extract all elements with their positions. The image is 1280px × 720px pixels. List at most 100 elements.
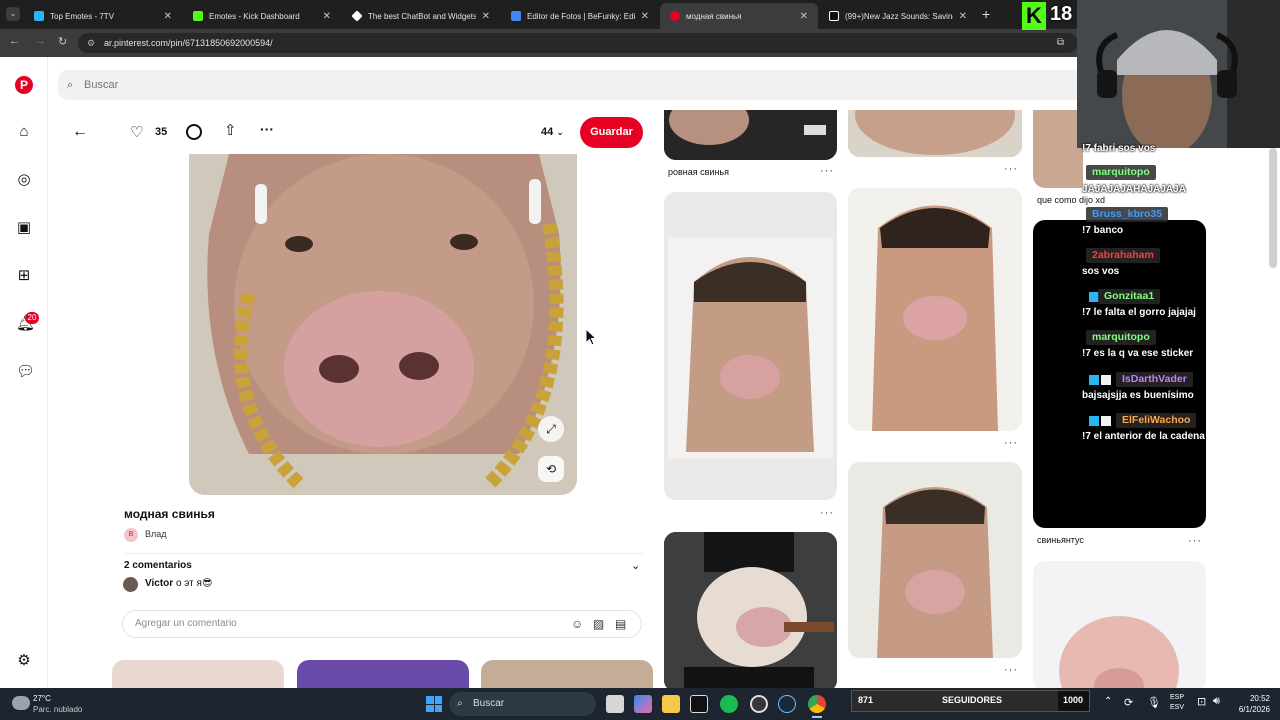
chat-username: marquitopo	[1086, 330, 1156, 345]
feed-pin-card[interactable]	[848, 110, 1022, 157]
visual-search-icon[interactable]: ⟲	[538, 456, 564, 482]
spotify-icon[interactable]	[720, 695, 738, 713]
more-options-icon[interactable]: ···	[1004, 664, 1018, 676]
explore-icon[interactable]: ◎	[16, 172, 32, 188]
install-app-icon[interactable]: ⧉	[1057, 33, 1064, 53]
start-icon[interactable]	[426, 696, 442, 712]
comment-placeholder: Agregar un comentario	[135, 618, 237, 629]
settings-icon[interactable]: ⚙	[16, 653, 32, 669]
close-tab-icon[interactable]: ✕	[164, 11, 172, 22]
file-explorer-icon[interactable]	[662, 695, 680, 713]
expand-icon[interactable]: ⤢	[538, 416, 564, 442]
sticker-icon[interactable]: ▨	[593, 611, 604, 637]
keyboard-language[interactable]: ESP ESV	[1170, 693, 1184, 713]
tab-title: The best ChatBot and Widgets	[368, 11, 476, 21]
weather-icon[interactable]	[12, 696, 30, 710]
feed-pin-card[interactable]	[664, 192, 837, 500]
more-options-icon[interactable]: ···	[820, 165, 834, 177]
reload-icon[interactable]: ↻	[58, 35, 67, 48]
boards-icon[interactable]: ▣	[16, 220, 32, 236]
feed-pin-card[interactable]	[664, 110, 837, 160]
taskbar-search-box[interactable]: ⌕ Buscar	[449, 692, 596, 716]
board-selector[interactable]: 44 ⌄	[541, 126, 564, 138]
microphone-icon[interactable]: 🎙︎	[1147, 696, 1161, 709]
page-scrollbar[interactable]	[1269, 148, 1277, 268]
tab-favicon	[34, 11, 44, 21]
close-tab-icon[interactable]: ✕	[959, 11, 967, 22]
more-options-icon[interactable]: ···	[1188, 535, 1202, 547]
browser-tab[interactable]: Top Emotes - 7TV ✕	[24, 3, 182, 29]
browser-tab[interactable]: Emotes - Kick Dashboard ✕	[183, 3, 341, 29]
chat-message: !7 banco	[1082, 225, 1124, 236]
feed-pin-card[interactable]	[664, 532, 837, 692]
chat-message: !7 fabri sos vos	[1082, 143, 1156, 154]
feed-pin-caption[interactable]: que como dijo xd	[1037, 195, 1105, 205]
tab-title: модная свинья	[686, 11, 742, 21]
close-tab-icon[interactable]: ✕	[800, 11, 808, 22]
new-tab-icon[interactable]: +	[982, 6, 990, 22]
weather-desc[interactable]: Parc. nublado	[33, 705, 82, 714]
back-arrow-icon[interactable]: ←	[72, 123, 88, 141]
forward-icon[interactable]: →	[35, 35, 46, 47]
messages-icon[interactable]: 💬︎	[16, 364, 35, 380]
comments-chevron-icon[interactable]: ⌄	[631, 559, 640, 572]
browser-tab[interactable]: (99+)New Jazz Sounds: Saving ✕	[819, 3, 977, 29]
search-input[interactable]: ⌕ Buscar	[58, 70, 1088, 100]
browser-tab-active[interactable]: модная свинья ✕	[660, 3, 818, 29]
comment-text: о эт я😎	[175, 578, 213, 589]
network-icon[interactable]: ⟳	[1124, 696, 1133, 709]
browser-tab[interactable]: Editor de Fotos | BeFunky: Edita ✕	[501, 3, 659, 29]
wifi-icon[interactable]: ⊡	[1197, 695, 1206, 708]
site-info-icon[interactable]: ⚙	[87, 33, 95, 53]
comment-input[interactable]: Agregar un comentario ☺ ▨ ▤	[122, 610, 642, 638]
home-icon[interactable]: ⌂	[16, 124, 32, 140]
feed-pin-card[interactable]	[1033, 110, 1083, 188]
followers-label: SEGUIDORES	[942, 695, 1003, 705]
back-icon[interactable]: ←	[9, 35, 20, 47]
feed-pin-card[interactable]	[1033, 561, 1206, 691]
pinterest-logo-icon[interactable]: P	[15, 76, 33, 94]
close-tab-icon[interactable]: ✕	[641, 11, 649, 22]
address-bar[interactable]: ⚙ ar.pinterest.com/pin/671318506920005​9…	[78, 33, 1078, 53]
browser-tab[interactable]: The best ChatBot and Widgets ✕	[342, 3, 500, 29]
emoji-icon[interactable]: ☺	[571, 611, 583, 637]
lang-bottom: ESV	[1170, 704, 1185, 711]
feed-pin-card[interactable]	[848, 462, 1022, 658]
comments-header[interactable]: 2 comentarios	[124, 560, 192, 571]
save-button[interactable]: Guardar	[580, 117, 643, 148]
volume-icon[interactable]: 🔊︎	[1213, 695, 1220, 708]
comment-icon[interactable]	[186, 124, 202, 140]
pin-image[interactable]: ⤢ ⟲	[189, 154, 577, 495]
author-name[interactable]: Влад	[145, 529, 167, 539]
more-options-icon[interactable]: ···	[1004, 437, 1018, 449]
task-view-icon[interactable]	[606, 695, 624, 713]
more-options-icon[interactable]: ···	[820, 507, 834, 519]
chat-username: ElFeliWachoo	[1116, 413, 1197, 428]
feed-pin-caption[interactable]: ровная свинья	[668, 167, 729, 177]
chat-username: marquitopo	[1086, 165, 1156, 180]
share-icon[interactable]: ⇧	[224, 121, 237, 139]
clock[interactable]: 20:52 6/1/2026	[1236, 693, 1270, 715]
create-icon[interactable]: ⊞	[16, 268, 32, 284]
notification-badge: 20	[25, 312, 39, 324]
chat-username: IsDarthVader	[1116, 372, 1193, 387]
commenter-avatar[interactable]	[123, 577, 138, 592]
heart-icon[interactable]: ♡	[130, 123, 143, 141]
steam-icon[interactable]	[778, 695, 796, 713]
chrome-icon[interactable]	[808, 695, 826, 713]
image-icon[interactable]: ▤	[615, 611, 626, 637]
author-avatar[interactable]: В	[124, 528, 138, 542]
more-options-icon[interactable]: ···	[260, 121, 274, 137]
weather-temp[interactable]: 27°C	[33, 694, 51, 703]
close-tab-icon[interactable]: ✕	[482, 11, 490, 22]
tray-chevron-icon[interactable]: ⌃	[1104, 696, 1112, 707]
capcut-icon[interactable]	[690, 695, 708, 713]
tab-list-menu-icon[interactable]: ⌄	[6, 7, 20, 21]
copilot-icon[interactable]	[634, 695, 652, 713]
comment-user[interactable]: Victor	[145, 578, 173, 589]
feed-pin-caption[interactable]: свиньянтус	[1037, 535, 1084, 545]
close-tab-icon[interactable]: ✕	[323, 11, 331, 22]
feed-pin-card[interactable]	[848, 188, 1022, 431]
more-options-icon[interactable]: ···	[1004, 163, 1018, 175]
obs-icon[interactable]	[750, 695, 768, 713]
